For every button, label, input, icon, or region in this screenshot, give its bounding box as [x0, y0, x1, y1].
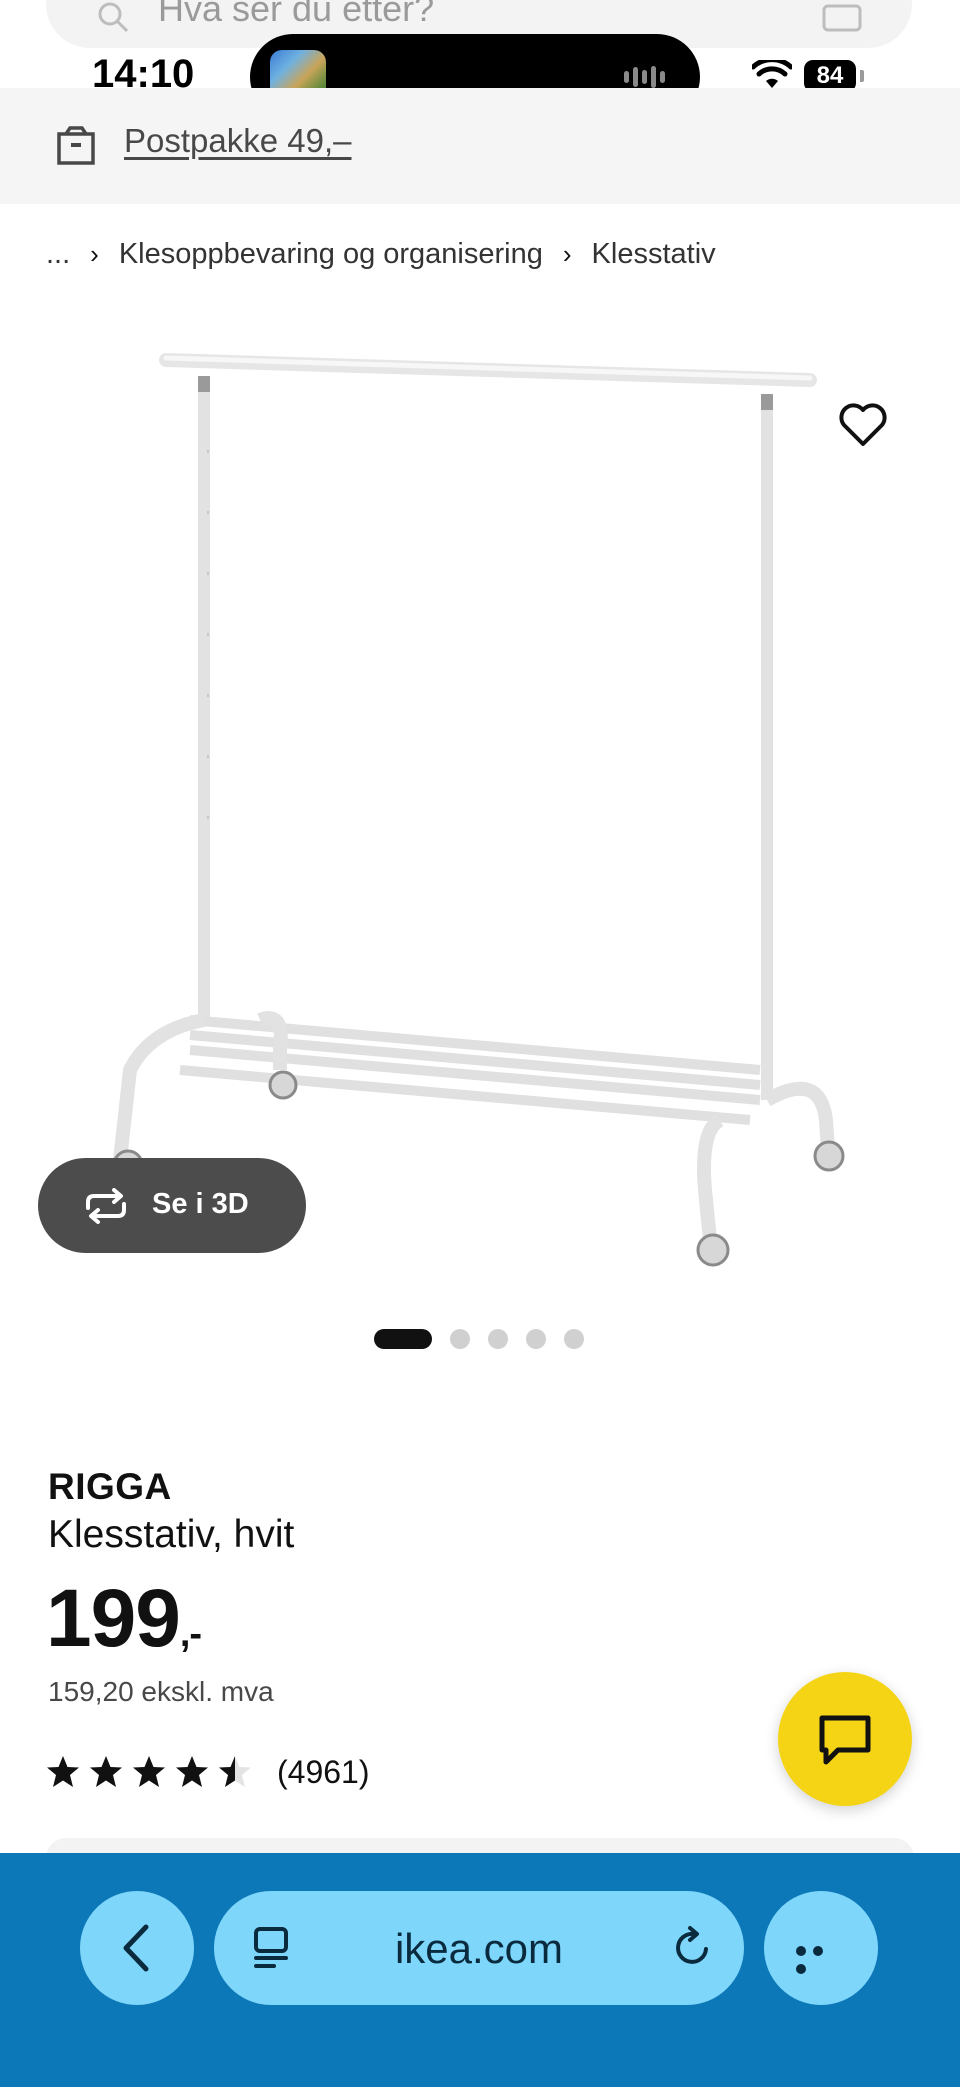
- clothes-rack-illustration: [112, 353, 845, 1267]
- product-brand: RIGGA: [48, 1466, 172, 1507]
- browser-toolbar: ikea.com: [0, 1853, 960, 2087]
- chat-button[interactable]: [778, 1672, 912, 1806]
- pager-dot[interactable]: [564, 1329, 584, 1349]
- star-icon: [90, 1756, 122, 1787]
- search-placeholder: Hva ser du etter?: [158, 0, 435, 29]
- delivery-banner: Postpakke 49,–: [0, 88, 960, 204]
- price-value: 199: [46, 1573, 181, 1664]
- chevron-right-icon: ›: [562, 238, 572, 269]
- rating-count: (4961): [277, 1753, 370, 1790]
- pager-dot[interactable]: [450, 1329, 470, 1349]
- package-icon: [57, 126, 95, 165]
- breadcrumb-item-clothes-rack[interactable]: Klesstativ: [592, 238, 716, 271]
- chevron-right-icon: ›: [90, 238, 99, 269]
- price-suffix: ,-: [179, 1613, 202, 1655]
- ellipsis-icon: [796, 1943, 846, 1974]
- price-excl-vat: 159,20 ekskl. mva: [48, 1676, 274, 1707]
- url-text: ikea.com: [394, 1925, 564, 1972]
- favorite-heart-icon[interactable]: [838, 400, 888, 450]
- view-in-3d-button[interactable]: Se i 3D: [38, 1158, 306, 1253]
- audio-levels-icon: [624, 66, 676, 90]
- product-rating[interactable]: (4961): [46, 1752, 370, 1792]
- star-icon: [133, 1756, 165, 1787]
- more-button[interactable]: [764, 1891, 878, 2005]
- chevron-left-icon: [123, 1924, 149, 1972]
- breadcrumb: ... › Klesoppbevaring og organisering › …: [46, 234, 716, 274]
- battery-tip: [860, 70, 864, 82]
- wifi-icon: [752, 60, 792, 88]
- reload-icon[interactable]: [670, 1925, 714, 1969]
- delivery-link[interactable]: Postpakke 49,–: [124, 122, 352, 160]
- breadcrumb-ellipsis[interactable]: ...: [46, 238, 70, 271]
- status-bar: Hva ser du etter? 14:10 84: [0, 0, 960, 120]
- star-icon: [47, 1756, 79, 1787]
- image-pagination: [374, 1329, 602, 1349]
- star-icon: [176, 1756, 208, 1787]
- view-in-3d-label: Se i 3D: [152, 1188, 249, 1220]
- chat-bubble-icon: [819, 1715, 871, 1765]
- battery-level: 84: [816, 62, 844, 89]
- pager-dot[interactable]: [526, 1329, 546, 1349]
- camera-icon[interactable]: [822, 0, 862, 32]
- breadcrumb-item-clothes-storage[interactable]: Klesoppbevaring og organisering: [119, 238, 543, 271]
- product-description: Klesstativ, hvit: [48, 1513, 295, 1556]
- half-star-icon: [219, 1756, 251, 1787]
- product-image[interactable]: [0, 330, 960, 1300]
- back-button[interactable]: [80, 1891, 194, 2005]
- search-icon: [98, 2, 129, 33]
- product-price: 199,-: [46, 1572, 202, 1666]
- pager-dot[interactable]: [374, 1329, 432, 1349]
- pager-dot[interactable]: [488, 1329, 508, 1349]
- address-bar[interactable]: ikea.com: [214, 1891, 744, 2005]
- rotate-3d-icon: [86, 1188, 126, 1224]
